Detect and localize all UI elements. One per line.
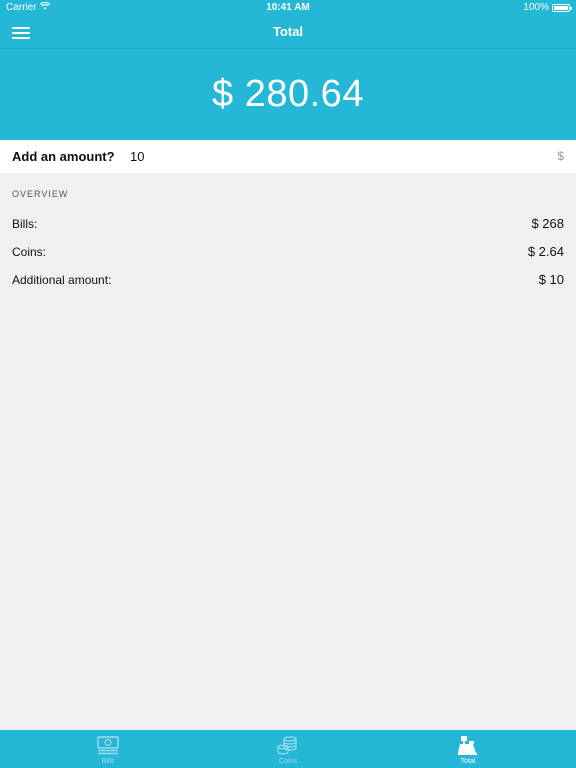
cash-register-icon xyxy=(372,735,564,755)
tab-label: Coins xyxy=(279,758,297,765)
status-time: 10:41 AM xyxy=(266,2,310,13)
overview-row-bills: Bills: $ 268 xyxy=(0,214,576,234)
tab-label: Bills xyxy=(101,758,115,765)
add-amount-row: Add an amount? $ xyxy=(0,140,576,173)
battery-icon xyxy=(552,3,572,12)
bills-icon xyxy=(12,735,204,757)
tab-bar: Bills Coins Total xyxy=(0,730,576,768)
overview-label: Coins: xyxy=(12,245,47,259)
overview-header: OVERVIEW xyxy=(12,189,69,199)
overview-row-additional: Additional amount: $ 10 xyxy=(0,270,576,290)
tab-coins[interactable]: Coins xyxy=(192,730,384,768)
battery-percent: 100% xyxy=(523,2,549,13)
tab-total[interactable]: Total xyxy=(372,730,564,768)
status-right: 100% xyxy=(523,2,572,13)
tab-label: Total xyxy=(460,758,476,765)
add-amount-label: Add an amount? xyxy=(12,149,115,164)
tab-bills[interactable]: Bills xyxy=(12,730,204,768)
overview-label: Additional amount: xyxy=(12,273,112,287)
overview-row-coins: Coins: $ 2.64 xyxy=(0,242,576,262)
add-amount-input[interactable] xyxy=(124,146,536,166)
total-amount: $ 280.64 xyxy=(212,73,364,115)
overview-value: $ 10 xyxy=(538,272,564,287)
status-bar: Carrier 10:41 AM 100% xyxy=(0,0,576,16)
navigation-bar: Total xyxy=(0,16,576,49)
coins-icon xyxy=(192,735,384,755)
page-title: Total xyxy=(272,24,304,39)
overview-value: $ 2.64 xyxy=(527,244,564,259)
overview-value: $ 268 xyxy=(531,216,564,231)
currency-symbol: $ xyxy=(557,149,564,163)
total-panel: $ 280.64 xyxy=(0,49,576,140)
overview-label: Bills: xyxy=(12,217,38,231)
